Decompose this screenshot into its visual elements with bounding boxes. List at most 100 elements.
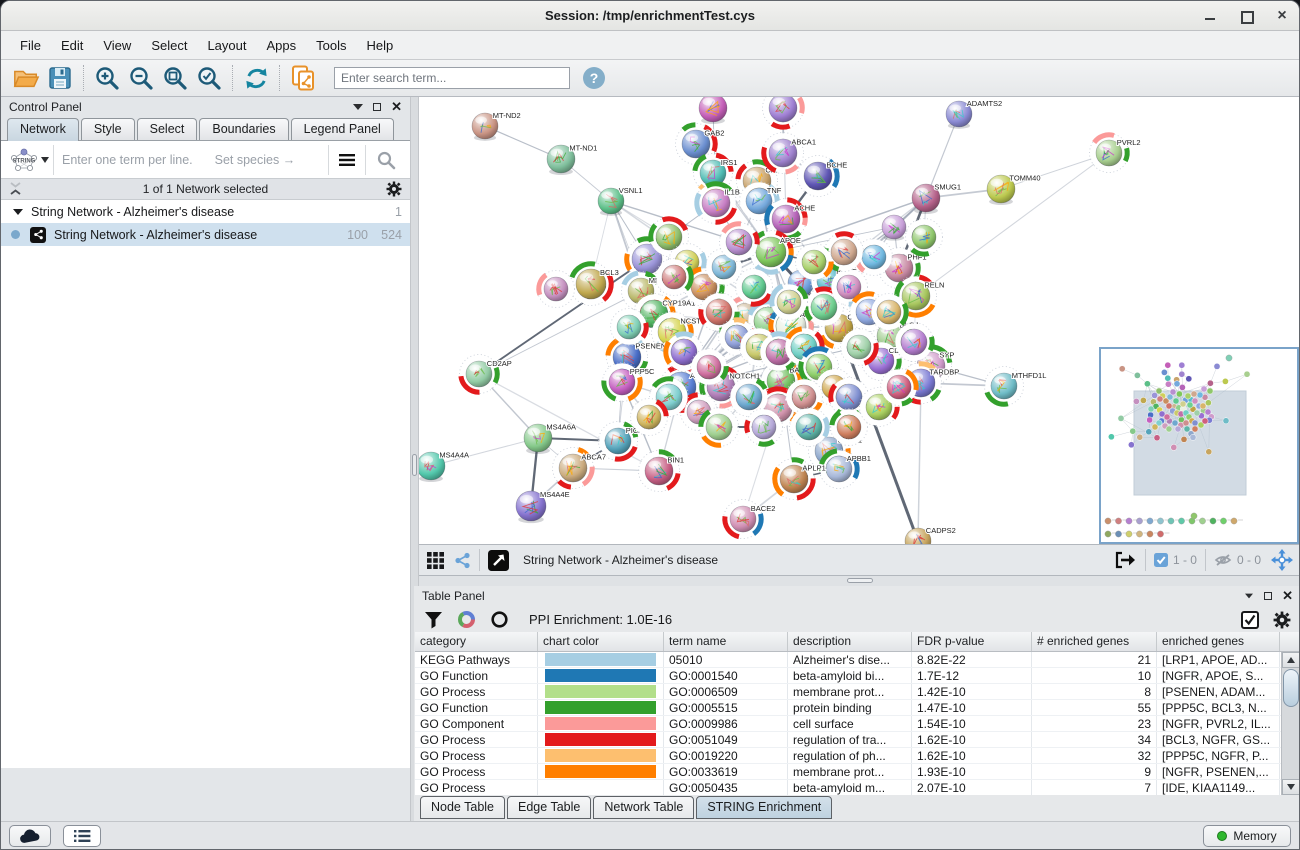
table-row[interactable]: GO ComponentGO:0009986cell surface1.54E-… bbox=[415, 716, 1300, 732]
panel-menu-icon[interactable] bbox=[353, 104, 363, 110]
network-node[interactable]: APLP1 bbox=[774, 459, 826, 500]
network-node[interactable] bbox=[736, 269, 773, 306]
network-node[interactable] bbox=[871, 294, 908, 331]
menu-item-layout[interactable]: Layout bbox=[198, 35, 255, 56]
column-header-3[interactable]: term name bbox=[664, 632, 788, 651]
network-node[interactable] bbox=[790, 408, 829, 447]
network-node[interactable]: MTHFD1L bbox=[985, 367, 1047, 406]
close-panel-icon[interactable]: ✕ bbox=[391, 102, 402, 112]
network-node[interactable]: PVRL2 bbox=[1090, 134, 1141, 173]
horizontal-splitter[interactable] bbox=[419, 576, 1300, 586]
tab-node-table[interactable]: Node Table bbox=[420, 796, 505, 819]
network-node[interactable]: ADAMTS2 bbox=[946, 99, 1002, 129]
select-all-checkbox-icon[interactable] bbox=[1241, 611, 1259, 629]
tab-edge-table[interactable]: Edge Table bbox=[507, 796, 591, 819]
table-row[interactable]: GO ProcessGO:0051049regulation of tra...… bbox=[415, 732, 1300, 748]
export-network-icon[interactable] bbox=[1113, 549, 1137, 571]
birds-eye-view[interactable] bbox=[1099, 347, 1299, 544]
column-header-4[interactable]: description bbox=[788, 632, 912, 651]
network-node[interactable]: CADPS2 bbox=[905, 526, 956, 544]
scroll-down-button[interactable] bbox=[1282, 779, 1300, 795]
network-node[interactable]: MT-ND1 bbox=[547, 144, 597, 175]
network-node[interactable] bbox=[691, 349, 728, 386]
tab-legend-panel[interactable]: Legend Panel bbox=[291, 118, 394, 140]
menu-item-select[interactable]: Select bbox=[142, 35, 196, 56]
network-node[interactable] bbox=[763, 97, 804, 129]
network-row[interactable]: String Network - Alzheimer's disease 100… bbox=[1, 223, 410, 246]
save-icon[interactable] bbox=[43, 63, 77, 93]
network-node[interactable] bbox=[841, 329, 878, 366]
table-row[interactable]: GO FunctionGO:0005515protein binding1.47… bbox=[415, 700, 1300, 716]
task-list-button[interactable] bbox=[63, 825, 101, 847]
table-float-icon[interactable] bbox=[1264, 592, 1272, 600]
table-row[interactable]: KEGG Pathways05010Alzheimer's dise...8.8… bbox=[415, 652, 1300, 668]
set-species-hint[interactable]: Set species → bbox=[215, 153, 296, 167]
table-close-icon[interactable]: ✕ bbox=[1282, 591, 1293, 601]
tree-expand-icon[interactable] bbox=[13, 208, 23, 216]
ring-chart-icon[interactable] bbox=[490, 610, 509, 629]
network-node[interactable]: BCL3 bbox=[570, 263, 619, 306]
tab-style[interactable]: Style bbox=[81, 118, 135, 140]
column-header-1[interactable]: category bbox=[415, 632, 538, 651]
network-node[interactable]: VSNL1 bbox=[598, 186, 643, 216]
table-row[interactable]: GO ProcessGO:0033619membrane prot...1.93… bbox=[415, 764, 1300, 780]
string-search-icon[interactable] bbox=[365, 145, 406, 175]
zoom-in-icon[interactable] bbox=[90, 63, 124, 93]
column-header-7[interactable]: enriched genes bbox=[1157, 632, 1280, 651]
network-node[interactable]: PPP5C bbox=[603, 363, 655, 402]
donut-chart-icon[interactable] bbox=[457, 610, 476, 629]
network-node[interactable]: MS4A4E bbox=[516, 490, 570, 523]
column-header-2[interactable]: chart color bbox=[538, 632, 664, 651]
menu-item-file[interactable]: File bbox=[11, 35, 50, 56]
string-query-input[interactable]: Enter one term per line. bbox=[62, 153, 193, 167]
network-node[interactable] bbox=[699, 97, 727, 124]
table-row[interactable]: GO ProcessGO:0006509membrane prot...1.42… bbox=[415, 684, 1300, 700]
network-node[interactable] bbox=[538, 271, 575, 308]
scrollbar-thumb[interactable] bbox=[1283, 669, 1299, 707]
network-node[interactable] bbox=[796, 244, 833, 281]
menu-item-view[interactable]: View bbox=[94, 35, 140, 56]
collapse-all-icon[interactable] bbox=[9, 181, 22, 197]
network-node[interactable] bbox=[631, 399, 668, 436]
import-network-icon[interactable] bbox=[286, 63, 320, 93]
open-in-new-icon[interactable] bbox=[488, 550, 509, 571]
tab-string-enrichment[interactable]: STRING Enrichment bbox=[696, 796, 832, 819]
search-input[interactable] bbox=[334, 67, 570, 89]
network-node[interactable]: SMUG1 bbox=[912, 183, 961, 214]
table-row[interactable]: GO ProcessGO:0019220regulation of ph...1… bbox=[415, 748, 1300, 764]
minimize-button[interactable] bbox=[1203, 9, 1217, 23]
zoom-selected-icon[interactable] bbox=[192, 63, 226, 93]
string-logo-dropdown[interactable]: STRING bbox=[5, 145, 54, 175]
table-scrollbar[interactable] bbox=[1281, 652, 1300, 795]
network-node[interactable]: BACE2 bbox=[724, 500, 776, 539]
network-node[interactable]: BIN1 bbox=[639, 451, 685, 492]
zoom-fit-icon[interactable] bbox=[158, 63, 192, 93]
network-node[interactable]: APBB1 bbox=[820, 450, 871, 489]
tab-boundaries[interactable]: Boundaries bbox=[199, 118, 288, 140]
close-button[interactable]: × bbox=[1275, 9, 1289, 23]
table-row[interactable]: GO ProcessGO:0050435beta-amyloid m...2.0… bbox=[415, 780, 1300, 795]
filter-icon[interactable] bbox=[424, 611, 443, 629]
tab-network[interactable]: Network bbox=[7, 118, 79, 141]
birds-eye-toggle-icon[interactable] bbox=[1271, 549, 1293, 571]
network-node[interactable] bbox=[881, 369, 918, 406]
network-node[interactable] bbox=[895, 323, 934, 362]
network-collection-row[interactable]: String Network - Alzheimer's disease 1 bbox=[1, 200, 410, 223]
column-header-6[interactable]: # enriched genes bbox=[1032, 632, 1157, 651]
menu-item-edit[interactable]: Edit bbox=[52, 35, 92, 56]
network-node[interactable] bbox=[746, 409, 783, 446]
table-panel-menu-icon[interactable] bbox=[1245, 593, 1253, 598]
network-node[interactable] bbox=[882, 215, 906, 241]
grid-mode-icon[interactable] bbox=[427, 552, 444, 569]
table-row[interactable]: GO FunctionGO:0001540beta-amyloid bi...1… bbox=[415, 668, 1300, 684]
column-header-5[interactable]: FDR p-value bbox=[912, 632, 1032, 651]
network-options-gear-icon[interactable] bbox=[386, 181, 402, 197]
zoom-out-icon[interactable] bbox=[124, 63, 158, 93]
network-node[interactable] bbox=[611, 309, 648, 346]
network-node[interactable] bbox=[906, 219, 943, 256]
menu-item-help[interactable]: Help bbox=[358, 35, 403, 56]
menu-item-apps[interactable]: Apps bbox=[258, 35, 306, 56]
cloud-button[interactable] bbox=[9, 825, 51, 847]
refresh-icon[interactable] bbox=[239, 63, 273, 93]
network-node[interactable]: MT-ND2 bbox=[472, 111, 521, 141]
